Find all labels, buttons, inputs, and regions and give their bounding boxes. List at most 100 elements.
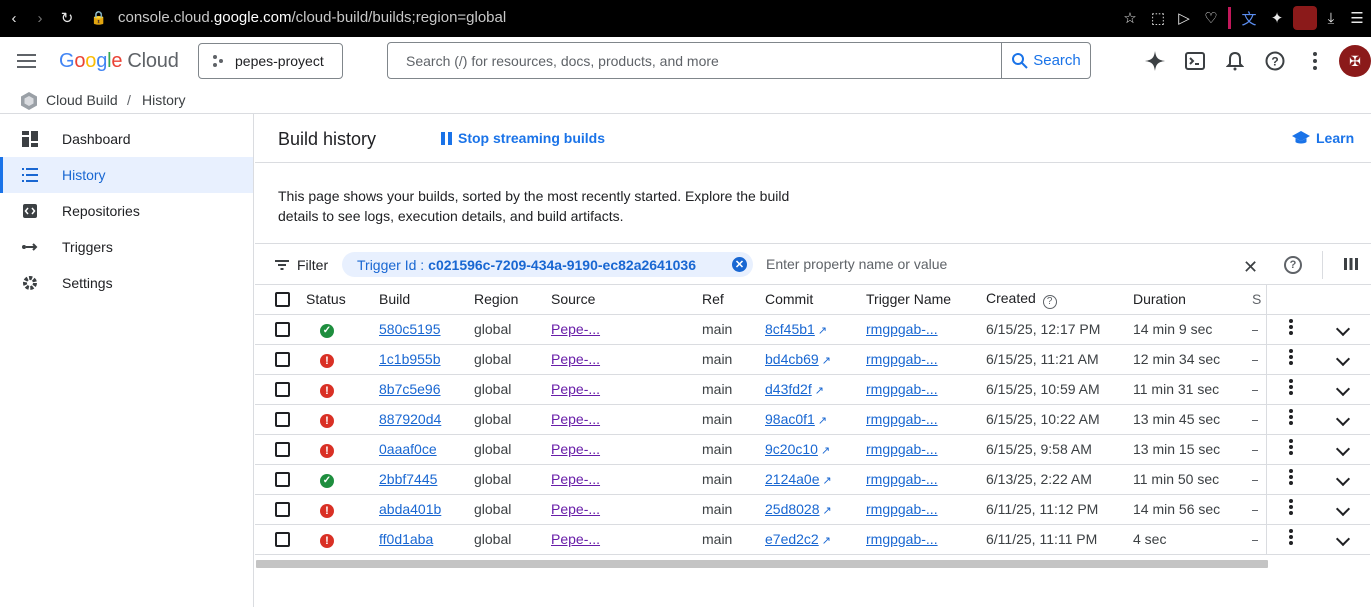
filter-chip[interactable]: Trigger Id : c021596c-7209-434a-9190-ec8… (342, 252, 753, 277)
gemini-sparkle-icon[interactable] (1143, 49, 1167, 73)
search-input[interactable] (388, 43, 1001, 78)
source-link[interactable]: Pepe-... (551, 351, 600, 367)
source-link[interactable]: Pepe-... (551, 411, 600, 427)
row-checkbox[interactable] (275, 502, 290, 518)
row-actions-icon[interactable] (1289, 348, 1293, 367)
build-id-link[interactable]: ff0d1aba (379, 531, 433, 547)
source-link[interactable]: Pepe-... (551, 321, 600, 337)
column-display-icon[interactable] (1344, 258, 1358, 270)
expand-chevron-icon[interactable] (1335, 381, 1351, 397)
commit-link[interactable]: 25d8028 (765, 501, 820, 517)
row-checkbox[interactable] (275, 442, 290, 458)
created-info-icon[interactable]: ? (1042, 294, 1057, 309)
row-actions-icon[interactable] (1289, 498, 1293, 517)
menu-icon[interactable]: ☰ (1348, 9, 1366, 27)
row-actions-icon[interactable] (1289, 318, 1293, 337)
expand-chevron-icon[interactable] (1335, 411, 1351, 427)
commit-link[interactable]: 8cf45b1 (765, 321, 815, 337)
sidebar-item-dashboard[interactable]: Dashboard (0, 121, 253, 157)
col-commit[interactable]: Commit (765, 285, 866, 315)
table-row[interactable]: ! 1c1b955b global Pepe-... main bd4cb69 ↗… (255, 344, 1370, 375)
col-created[interactable]: Created ? (986, 285, 1133, 315)
translate-icon[interactable]: 文 (1240, 9, 1258, 28)
expand-chevron-icon[interactable] (1335, 531, 1351, 547)
build-id-link[interactable]: 8b7c5e96 (379, 381, 441, 397)
filter-input[interactable] (766, 254, 1066, 274)
col-status[interactable]: Status (306, 285, 379, 315)
reload-icon[interactable]: ↻ (58, 9, 76, 27)
forward-icon[interactable]: › (31, 9, 49, 27)
trigger-link[interactable]: rmgpgab-... (866, 351, 938, 367)
project-picker-button[interactable]: pepes-proyect (198, 43, 343, 79)
col-source[interactable]: Source (551, 285, 702, 315)
col-duration[interactable]: Duration (1133, 285, 1252, 315)
profile-icon[interactable] (1293, 6, 1317, 30)
trigger-link[interactable]: rmgpgab-... (866, 501, 938, 517)
sidebar-item-repositories[interactable]: Repositories (0, 193, 253, 229)
heart-icon[interactable]: ♡ (1202, 9, 1220, 27)
stop-streaming-button[interactable]: Stop streaming builds (441, 130, 605, 146)
search-button[interactable]: Search (1001, 43, 1090, 78)
table-row[interactable]: ✓ 580c5195 global Pepe-... main 8cf45b1 ↗… (255, 314, 1370, 345)
account-avatar[interactable]: ✠ (1339, 45, 1371, 77)
commit-link[interactable]: 2124a0e (765, 471, 820, 487)
trigger-link[interactable]: rmgpgab-... (866, 441, 938, 457)
commit-link[interactable]: d43fd2f (765, 381, 812, 397)
screenshot-icon[interactable]: ⬚ (1149, 9, 1167, 27)
cloud-shell-icon[interactable] (1183, 49, 1207, 73)
breadcrumb-product[interactable]: Cloud Build (46, 92, 118, 108)
extensions-icon[interactable]: ✦ (1268, 9, 1286, 27)
commit-link[interactable]: bd4cb69 (765, 351, 819, 367)
help-icon[interactable]: ? (1263, 49, 1287, 73)
col-trigger-name[interactable]: Trigger Name (866, 285, 986, 315)
more-options-icon[interactable] (1303, 49, 1327, 73)
source-link[interactable]: Pepe-... (551, 471, 600, 487)
build-id-link[interactable]: 2bbf7445 (379, 471, 437, 487)
col-ref[interactable]: Ref (702, 285, 765, 315)
table-row[interactable]: ! ff0d1aba global Pepe-... main e7ed2c2 ↗… (255, 524, 1370, 555)
row-actions-icon[interactable] (1289, 378, 1293, 397)
source-link[interactable]: Pepe-... (551, 441, 600, 457)
row-checkbox[interactable] (275, 352, 290, 368)
row-checkbox[interactable] (275, 412, 290, 428)
address-bar[interactable]: console.cloud.google.com/cloud-build/bui… (118, 9, 506, 26)
expand-chevron-icon[interactable] (1335, 441, 1351, 457)
play-icon[interactable]: ▷ (1175, 9, 1193, 27)
bookmark-icon[interactable]: ☆ (1121, 9, 1139, 27)
commit-link[interactable]: 9c20c10 (765, 441, 818, 457)
col-build[interactable]: Build (379, 285, 474, 315)
row-actions-icon[interactable] (1289, 468, 1293, 487)
google-cloud-logo[interactable]: Google Cloud (59, 50, 179, 73)
source-link[interactable]: Pepe-... (551, 501, 600, 517)
filter-help-icon[interactable]: ? (1284, 256, 1302, 274)
table-row[interactable]: ! 8b7c5e96 global Pepe-... main d43fd2f ↗… (255, 374, 1370, 405)
table-row[interactable]: ✓ 2bbf7445 global Pepe-... main 2124a0e ↗… (255, 464, 1370, 495)
download-icon[interactable]: ⤓ (1322, 9, 1340, 27)
select-all-checkbox[interactable] (275, 291, 290, 307)
row-checkbox[interactable] (275, 472, 290, 488)
hamburger-menu-icon[interactable] (17, 54, 36, 68)
row-checkbox[interactable] (275, 382, 290, 398)
build-id-link[interactable]: abda401b (379, 501, 441, 517)
table-row[interactable]: ! 887920d4 global Pepe-... main 98ac0f1 ↗… (255, 404, 1370, 435)
trigger-link[interactable]: rmgpgab-... (866, 471, 938, 487)
trigger-link[interactable]: rmgpgab-... (866, 381, 938, 397)
back-icon[interactable]: ‹ (5, 9, 23, 27)
row-checkbox[interactable] (275, 532, 290, 548)
row-actions-icon[interactable] (1289, 408, 1293, 427)
build-id-link[interactable]: 1c1b955b (379, 351, 441, 367)
table-row[interactable]: ! 0aaaf0ce global Pepe-... main 9c20c10 ↗… (255, 434, 1370, 465)
col-s[interactable]: S (1252, 285, 1266, 315)
trigger-link[interactable]: rmgpgab-... (866, 411, 938, 427)
expand-chevron-icon[interactable] (1335, 501, 1351, 517)
row-actions-icon[interactable] (1289, 528, 1293, 547)
notifications-icon[interactable] (1223, 49, 1247, 73)
sidebar-item-settings[interactable]: Settings (0, 265, 253, 301)
build-id-link[interactable]: 580c5195 (379, 321, 441, 337)
row-checkbox[interactable] (275, 322, 290, 338)
trigger-link[interactable]: rmgpgab-... (866, 531, 938, 547)
filter-button[interactable]: Filter (275, 257, 328, 273)
source-link[interactable]: Pepe-... (551, 531, 600, 547)
learn-button[interactable]: Learn (1292, 130, 1354, 146)
sidebar-item-triggers[interactable]: Triggers (0, 229, 253, 265)
